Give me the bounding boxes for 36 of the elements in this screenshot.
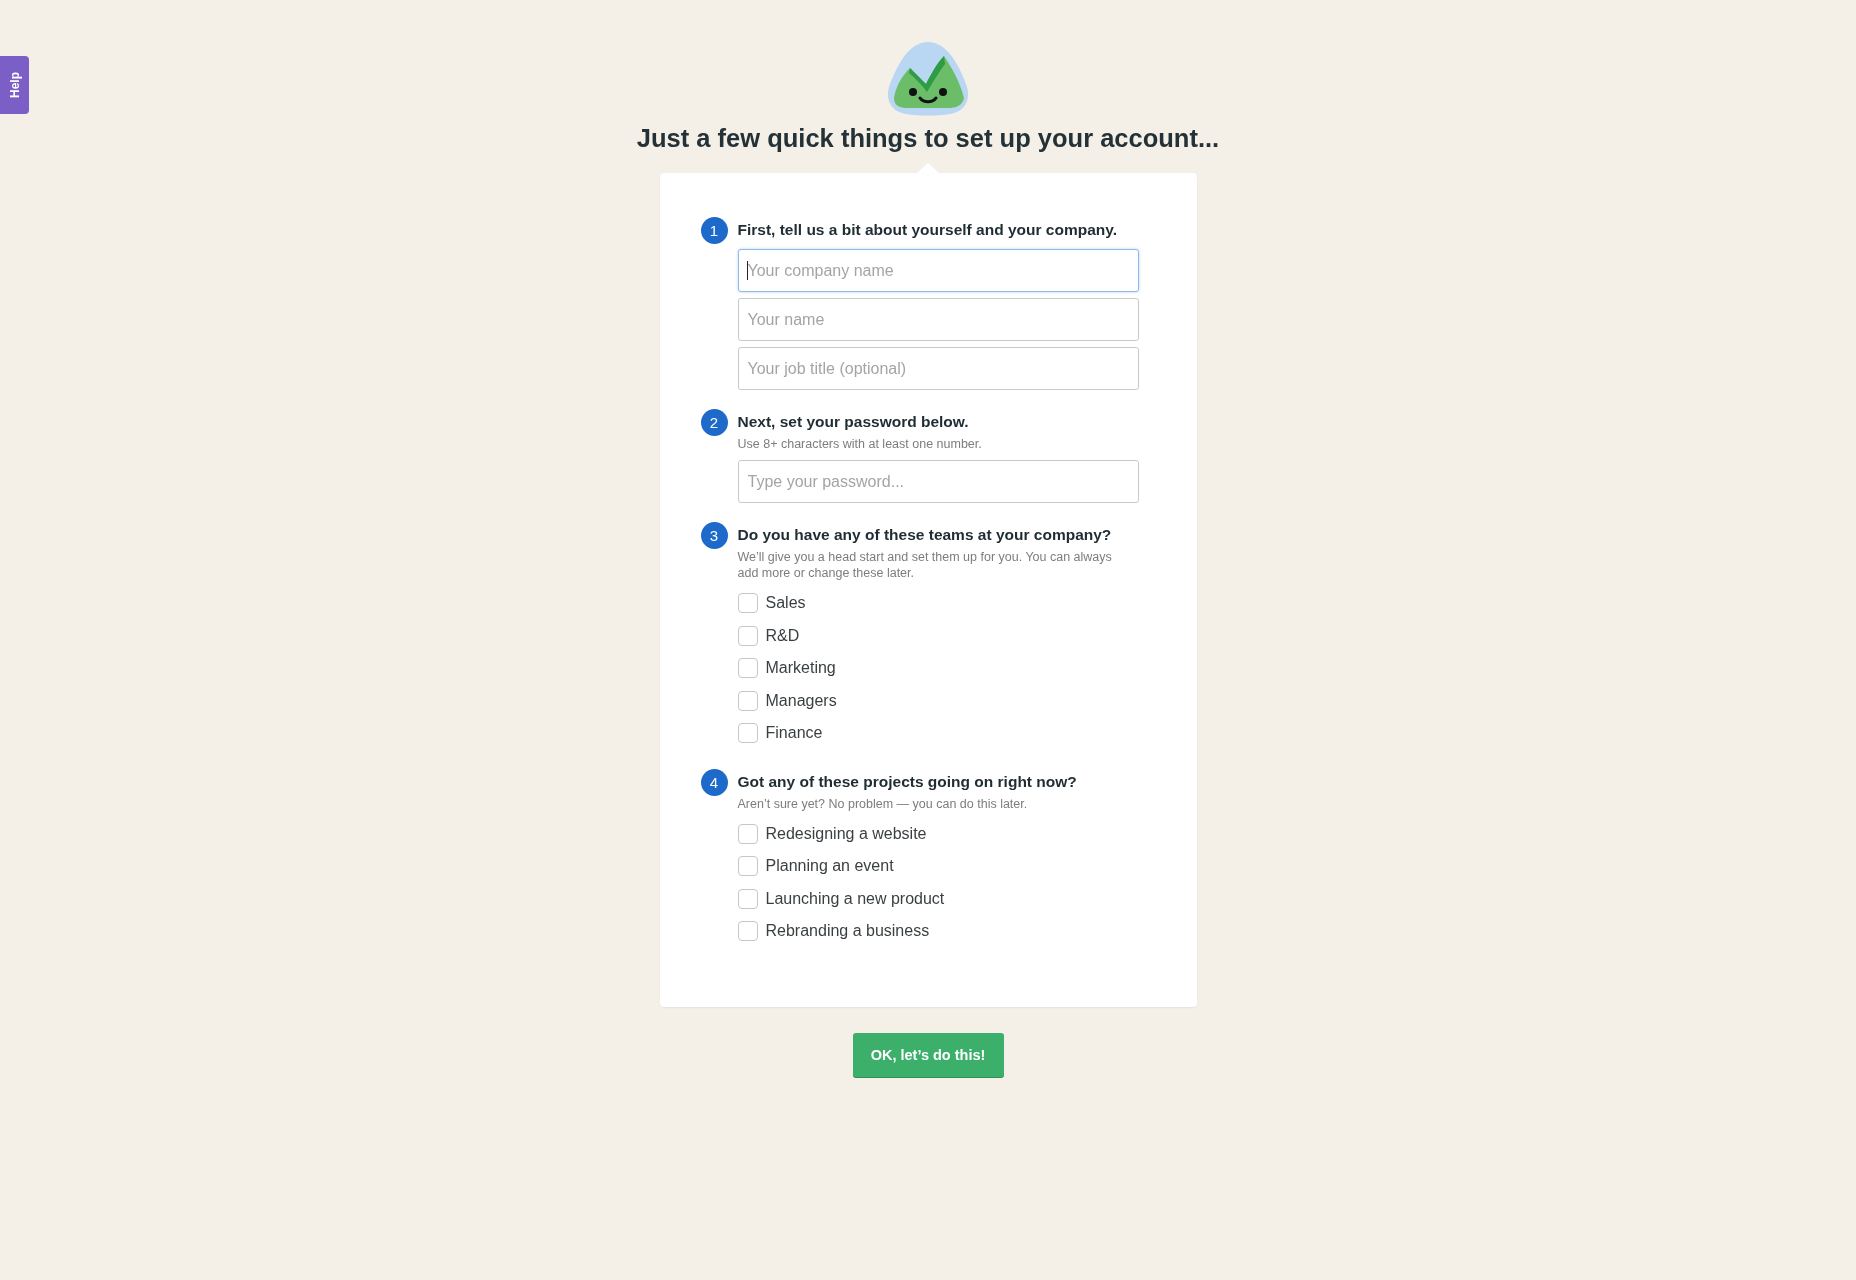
step-number: 2 [700, 409, 728, 436]
checkbox-label[interactable]: Redesigning a website [765, 824, 927, 843]
checkbox[interactable] [737, 856, 758, 877]
help-tab[interactable]: Help [0, 56, 29, 114]
checkbox-label[interactable]: Finance [765, 724, 823, 743]
step-heading: Do you have any of these teams at your company? [737, 525, 1113, 545]
checkbox[interactable] [737, 723, 758, 744]
input-field[interactable]: Your job title (optional) [737, 347, 1139, 390]
checkbox[interactable] [737, 593, 758, 614]
input-field[interactable]: Type your password... [737, 460, 1139, 503]
page-title: Just a few quick things to set up your account... [636, 123, 1220, 153]
step-hint: We’ll give you a head start and set them up for you. You can always add more or change these later. [737, 549, 1113, 581]
step-heading: Next, set your password below. [737, 412, 970, 432]
checkbox[interactable] [737, 921, 758, 942]
checkbox-label[interactable]: Launching a new product [765, 889, 945, 908]
checkbox[interactable] [737, 888, 758, 909]
step-number: 3 [700, 522, 728, 549]
step-heading: First, tell us a bit about yourself and your company. [737, 220, 1119, 240]
step-number: 4 [700, 768, 728, 796]
text-cursor-icon [746, 261, 748, 280]
checkbox-label[interactable]: Rebranding a business [765, 922, 930, 941]
step-hint: Use 8+ characters with at least one number. [737, 436, 983, 452]
checkbox-label[interactable]: R&D [765, 626, 800, 645]
step-hint: Aren’t sure yet? No problem — you can do this later. [737, 795, 1029, 812]
checkbox[interactable] [737, 658, 758, 679]
checkbox-label[interactable]: Managers [765, 691, 837, 710]
checkbox[interactable] [737, 823, 758, 844]
input-field[interactable]: Your company name [737, 249, 1139, 292]
checkbox-label[interactable]: Marketing [765, 659, 836, 678]
checkbox-label[interactable]: Planning an event [765, 857, 894, 876]
checkbox[interactable] [737, 625, 758, 646]
input-field[interactable]: Your name [737, 298, 1139, 341]
checkbox[interactable] [737, 690, 758, 711]
step-number: 1 [700, 217, 728, 244]
step-heading: Got any of these projects going on right now? [737, 771, 1078, 792]
checkbox-label[interactable]: Sales [765, 594, 806, 613]
